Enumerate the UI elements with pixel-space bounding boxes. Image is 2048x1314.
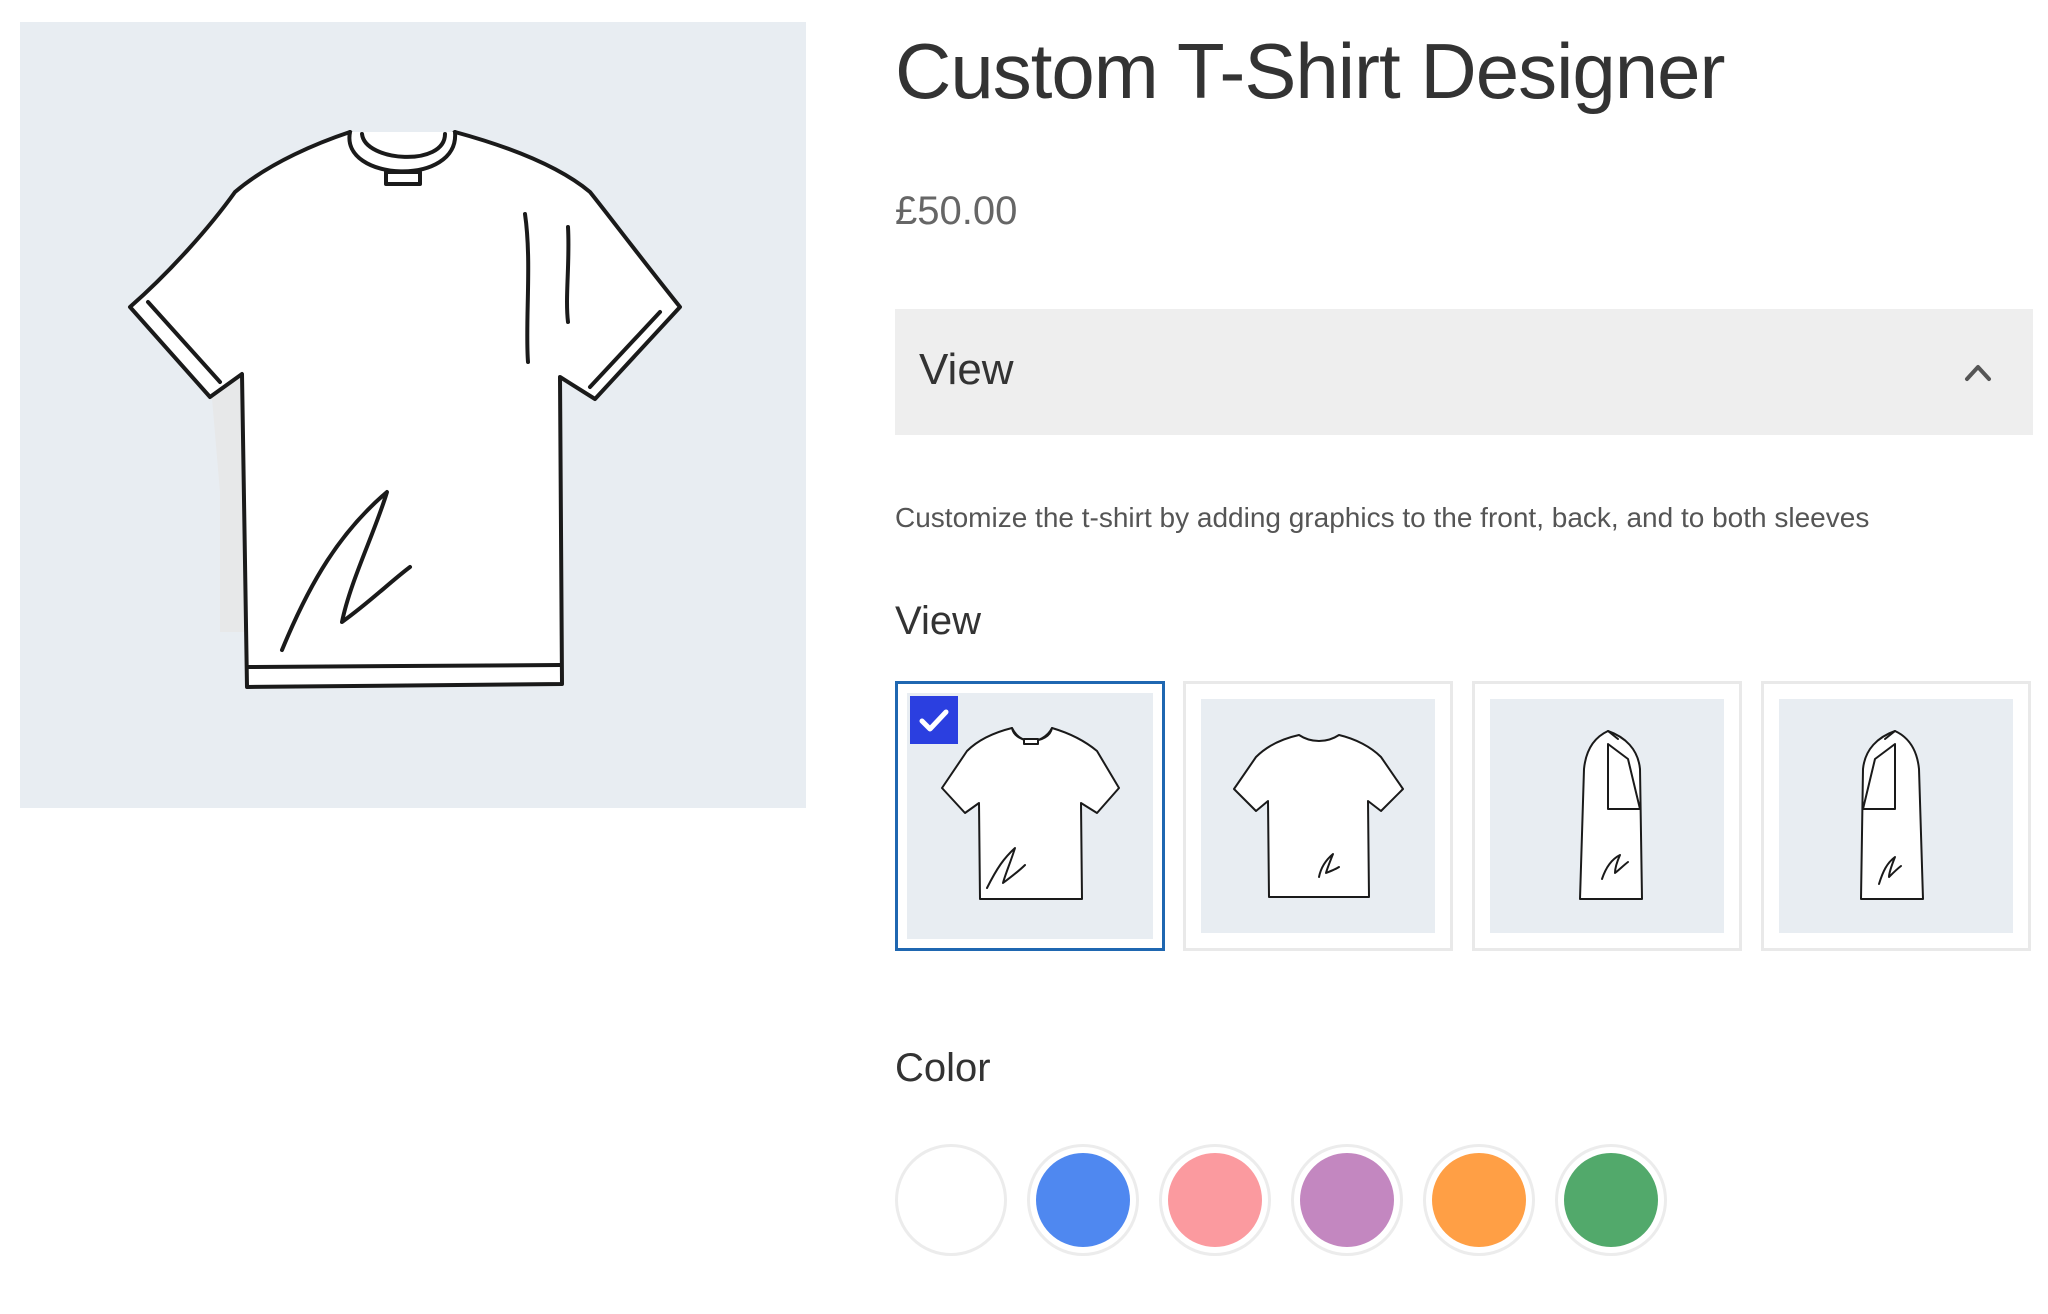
checkmark-icon [910,696,958,744]
color-swatch-blue[interactable] [1027,1144,1139,1256]
view-option-front[interactable] [895,681,1165,951]
color-swatches [895,1144,1695,1256]
view-section-label: View [895,599,981,643]
view-option-back[interactable] [1183,681,1453,951]
chevron-up-icon[interactable] [1961,357,1995,387]
view-options [895,681,2035,951]
view-option-left-sleeve[interactable] [1472,681,1742,951]
color-swatch-pink[interactable] [1159,1144,1271,1256]
tshirt-front-illustration [128,130,682,689]
color-swatch-white[interactable] [895,1144,1007,1256]
color-section-label: Color [895,1046,991,1090]
accordion-label: View [919,345,1014,394]
color-swatch-green[interactable] [1555,1144,1667,1256]
view-accordion-header[interactable]: View [895,309,2033,435]
product-title: Custom T-Shirt Designer [895,27,1726,115]
product-price: £50.00 [895,189,1018,233]
view-option-right-sleeve[interactable] [1761,681,2031,951]
tshirt-left-side-thumbnail [1490,699,1724,933]
color-swatch-orange[interactable] [1423,1144,1535,1256]
product-description: Customize the t-shirt by adding graphics… [895,502,1870,533]
tshirt-back-thumbnail [1201,699,1435,933]
product-main-image [20,22,806,808]
tshirt-right-side-thumbnail [1779,699,2013,933]
color-swatch-purple[interactable] [1291,1144,1403,1256]
